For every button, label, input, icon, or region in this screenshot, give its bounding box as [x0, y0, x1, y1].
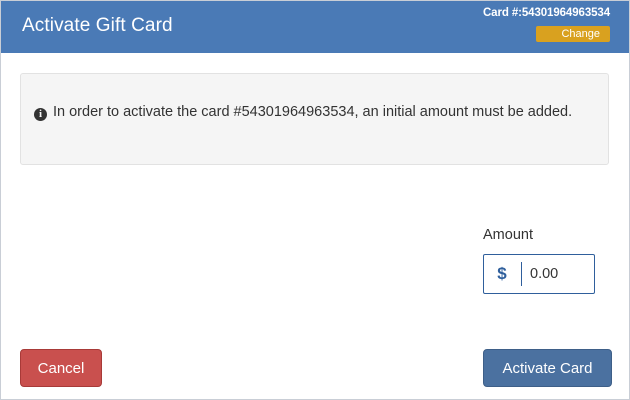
cancel-button[interactable]: Cancel	[20, 349, 102, 387]
info-message-container: i In order to activate the card #54301964…	[34, 101, 589, 124]
change-card-button[interactable]: Change	[536, 26, 610, 42]
amount-input-group: $	[483, 254, 595, 294]
amount-input[interactable]	[530, 262, 588, 286]
amount-label: Amount	[483, 227, 533, 243]
info-alert: i In order to activate the card #54301964…	[20, 73, 609, 165]
card-number-label: Card #:54301964963534	[482, 7, 610, 19]
dollar-sign-icon: $	[497, 264, 507, 283]
dialog-header: Activate Gift Card Card #:54301964963534…	[1, 1, 629, 53]
input-divider	[521, 262, 522, 286]
dialog-title: Activate Gift Card	[22, 15, 173, 36]
activate-gift-card-dialog: Activate Gift Card Card #:54301964963534…	[0, 0, 630, 400]
activate-card-button[interactable]: Activate Card	[483, 349, 612, 387]
info-circle-icon: i	[34, 108, 47, 121]
info-message: In order to activate the card #543019649…	[53, 104, 573, 120]
